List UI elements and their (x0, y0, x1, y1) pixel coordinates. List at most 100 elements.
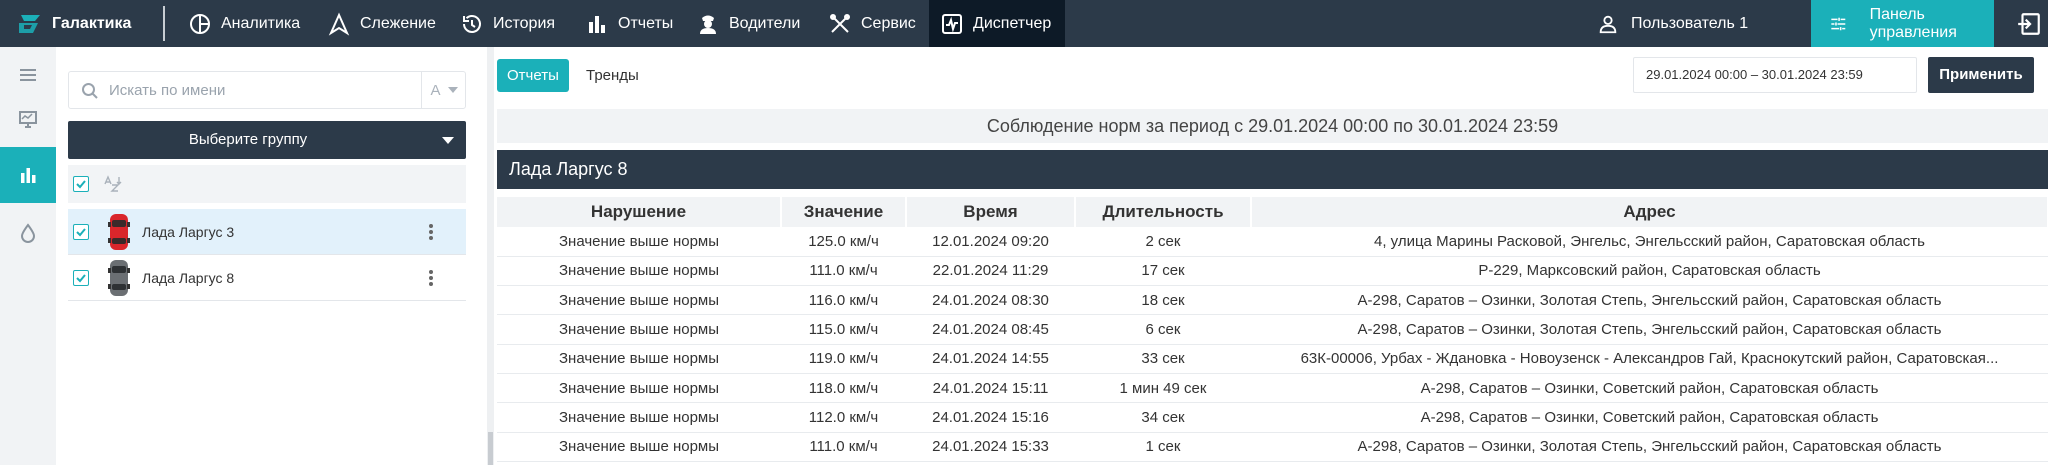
control-panel-button[interactable]: Панель управления (1811, 0, 1994, 47)
apply-button[interactable]: Применить (1928, 57, 2034, 93)
nav-dispatcher[interactable]: Диспетчер (929, 0, 1065, 47)
bar-chart-icon (21, 168, 36, 183)
resize-handle[interactable] (488, 432, 493, 465)
sort-dropdown[interactable]: А (421, 72, 467, 108)
rail-fuel[interactable] (0, 205, 56, 261)
user-icon (1599, 15, 1617, 33)
cell-violation: Значение выше нормы (497, 285, 781, 316)
group-select-label: Выберите группу (188, 131, 308, 148)
objects-panel: А Выберите группу Лада Ларгус 3 (56, 47, 476, 465)
left-rail (0, 47, 56, 465)
column-header-value[interactable]: Значение (781, 197, 907, 227)
nav-history-label: История (493, 14, 556, 32)
table-row[interactable]: Значение выше нормы 112.0 км/ч 24.01.202… (497, 402, 2048, 433)
tab-reports[interactable]: Отчеты (497, 59, 569, 92)
nav-reports[interactable]: Отчеты (585, 0, 673, 47)
cell-address: 4, улица Марины Расковой, Энгельс, Энгел… (1251, 227, 2048, 257)
column-header-time[interactable]: Время (906, 197, 1076, 227)
cell-duration: 6 сек (1075, 314, 1251, 345)
item-checkbox[interactable] (73, 224, 89, 240)
cell-time: 24.01.2024 08:45 (906, 314, 1075, 345)
logout-icon (2018, 12, 2040, 35)
logout-button[interactable] (2010, 0, 2048, 47)
cell-violation: Значение выше нормы (497, 227, 781, 257)
cell-address: А-298, Саратов – Озинки, Советский район… (1251, 373, 2048, 404)
user-name: Пользователь 1 (1631, 14, 1749, 32)
table-row[interactable]: Значение выше нормы 125.0 км/ч 12.01.202… (497, 227, 2048, 257)
nav-analytics-label: Аналитика (221, 14, 301, 32)
cell-violation: Значение выше нормы (497, 344, 781, 374)
rail-reports[interactable] (0, 147, 56, 203)
nav-dispatcher-label: Диспетчер (973, 14, 1052, 32)
sort-label: А (430, 81, 441, 99)
brand-logo[interactable]: Галактика (16, 0, 131, 47)
tracking-icon (328, 12, 350, 36)
cell-violation: Значение выше нормы (497, 373, 781, 404)
cell-time: 24.01.2024 15:16 (906, 402, 1075, 433)
nav-drivers[interactable]: Водители (696, 0, 800, 47)
column-header-address[interactable]: Адрес (1251, 197, 2048, 227)
car-red-icon (108, 214, 130, 250)
service-icon (830, 13, 850, 33)
table-row[interactable]: Значение выше нормы 118.0 км/ч 24.01.202… (497, 373, 2048, 404)
nav-tracking[interactable]: Слежение (327, 0, 436, 47)
list-item[interactable]: Лада Ларгус 3 (68, 209, 466, 255)
cell-violation: Значение выше нормы (497, 432, 781, 462)
cell-duration: 2 сек (1075, 227, 1251, 257)
cell-value: 125.0 км/ч (781, 227, 906, 257)
cell-violation: Значение выше нормы (497, 314, 781, 345)
nav-tracking-label: Слежение (360, 14, 436, 32)
history-icon (463, 14, 481, 33)
cell-duration: 1 мин 49 сек (1075, 373, 1251, 404)
nav-analytics[interactable]: Аналитика (188, 0, 300, 47)
table-row[interactable]: Значение выше нормы 115.0 км/ч 24.01.202… (497, 314, 2048, 345)
nav-service[interactable]: Сервис (828, 0, 916, 47)
control-panel-label: Панель управления (1869, 5, 1957, 41)
tab-trends[interactable]: Тренды (576, 59, 649, 92)
nav-history[interactable]: История (460, 0, 555, 47)
table-row[interactable]: Значение выше нормы 111.0 км/ч 22.01.202… (497, 256, 2048, 287)
cell-value: 119.0 км/ч (781, 344, 906, 374)
more-options-icon[interactable] (428, 222, 434, 242)
cell-time: 22.01.2024 11:29 (906, 256, 1075, 287)
search-input[interactable] (109, 74, 349, 106)
rail-monitoring[interactable] (0, 91, 56, 147)
cell-value: 111.0 км/ч (781, 256, 906, 287)
table-row[interactable]: Значение выше нормы 116.0 км/ч 24.01.202… (497, 285, 2048, 316)
sort-az-icon[interactable] (102, 175, 122, 193)
more-options-icon[interactable] (428, 268, 434, 288)
nav-service-label: Сервис (861, 14, 916, 32)
cell-value: 116.0 км/ч (781, 285, 906, 316)
nav-drivers-label: Водители (729, 14, 801, 32)
panel-resizer[interactable] (487, 47, 494, 465)
group-select[interactable]: Выберите группу (68, 121, 466, 159)
cell-address: 63К-00006, Урбах - Ждановка - Новоузенск… (1251, 344, 2048, 374)
cell-value: 111.0 км/ч (781, 432, 906, 462)
cell-address: А-298, Саратов – Озинки, Советский район… (1251, 402, 2048, 433)
item-checkbox[interactable] (73, 270, 89, 286)
item-name: Лада Ларгус 3 (142, 224, 235, 240)
monitor-icon (19, 111, 37, 128)
cell-time: 24.01.2024 15:11 (906, 373, 1075, 404)
select-all-checkbox[interactable] (73, 176, 89, 192)
date-range-field[interactable]: 29.01.2024 00:00 – 30.01.2024 23:59 (1633, 57, 1917, 93)
reports-icon (589, 15, 605, 33)
user-menu[interactable]: Пользователь 1 (1597, 0, 1748, 47)
column-header-duration[interactable]: Длительность (1075, 197, 1252, 227)
galaxy-logo-icon (19, 14, 40, 33)
column-header-violation[interactable]: Нарушение (497, 197, 782, 227)
dispatcher-icon (942, 13, 962, 34)
cell-time: 24.01.2024 14:55 (906, 344, 1075, 374)
cell-address: А-298, Саратов – Озинки, Золотая Степь, … (1251, 285, 2048, 316)
table-row[interactable]: Значение выше нормы 111.0 км/ч 24.01.202… (497, 432, 2048, 462)
cell-value: 118.0 км/ч (781, 373, 906, 404)
drivers-icon (700, 15, 716, 34)
fuel-drop-icon (20, 223, 36, 243)
cell-time: 24.01.2024 08:30 (906, 285, 1075, 316)
violations-table: Нарушение Значение Время Длительность Ад… (497, 197, 2048, 462)
cell-violation: Значение выше нормы (497, 402, 781, 433)
chevron-down-icon (447, 87, 458, 93)
object-header: Лада Ларгус 8 (497, 150, 2048, 189)
list-item[interactable]: Лада Ларгус 8 (68, 255, 466, 301)
table-row[interactable]: Значение выше нормы 119.0 км/ч 24.01.202… (497, 344, 2048, 374)
